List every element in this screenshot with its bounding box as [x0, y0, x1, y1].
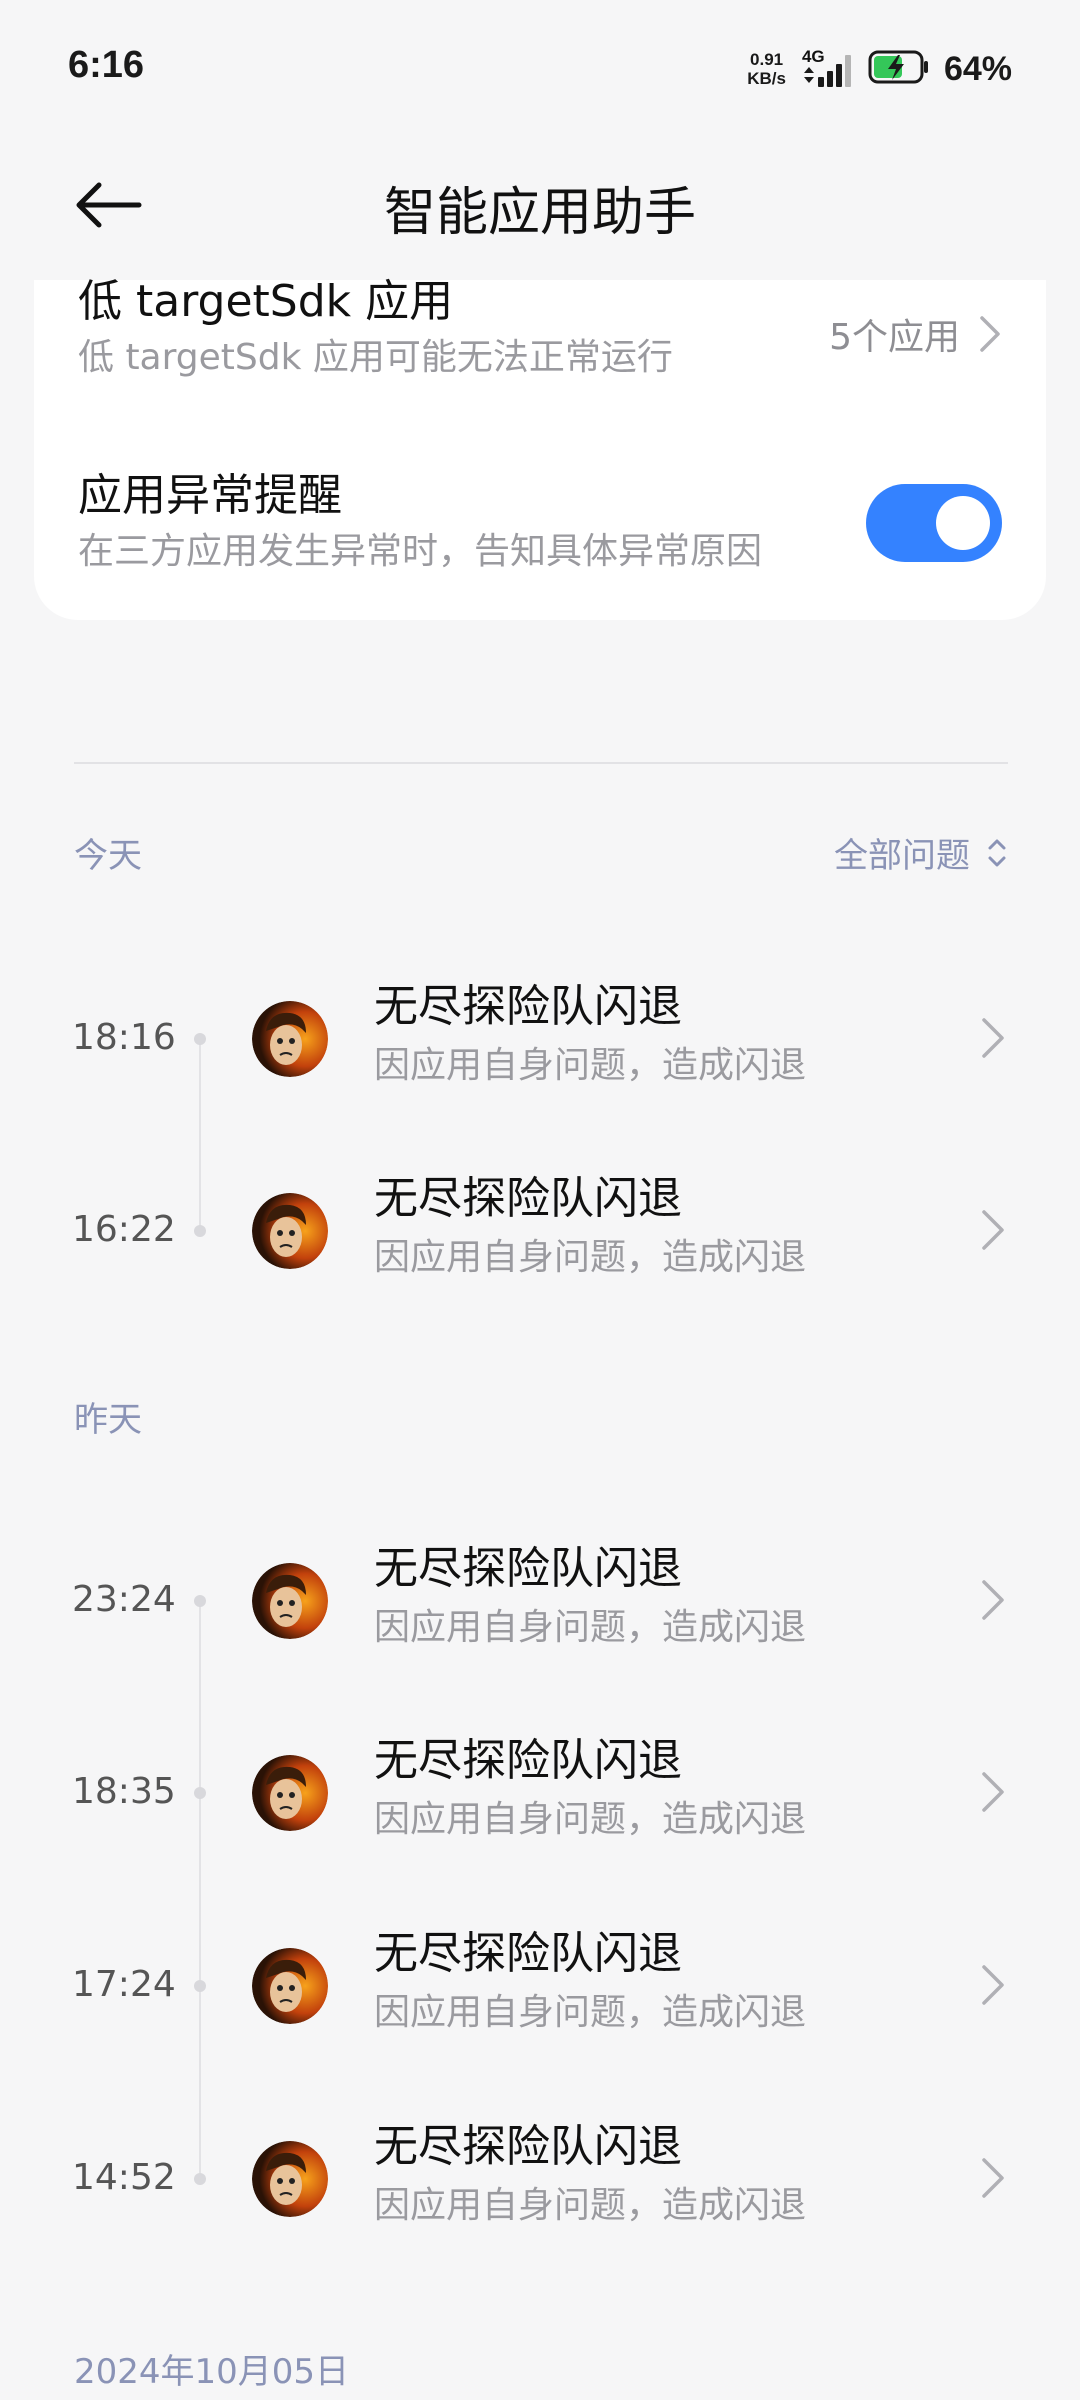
anomaly-notify-toggle[interactable] — [866, 484, 1002, 562]
app-header: 智能应用助手 — [0, 150, 1080, 260]
event-time: 23:24 — [72, 1579, 176, 1620]
group-label-yesterday: 昨天 — [74, 1400, 142, 1440]
anomaly-notify-row: 应用异常提醒 在三方应用发生异常时，告知具体异常原因 — [78, 468, 1002, 598]
anomaly-notify-title: 应用异常提醒 — [78, 470, 342, 521]
timeline-dot — [194, 1980, 206, 1992]
event-time: 18:16 — [72, 1017, 176, 1058]
event-desc: 因应用自身问题，造成闪退 — [374, 1992, 807, 2033]
chevron-right-icon — [982, 2158, 1004, 2198]
app-icon — [252, 1755, 328, 1831]
event-time: 16:22 — [72, 1209, 176, 1250]
event-title: 无尽探险队闪退 — [374, 981, 682, 1032]
event-time: 18:35 — [72, 1771, 176, 1812]
timeline-dot — [194, 1787, 206, 1799]
event-row[interactable]: 23:24 无尽探险队闪退 因应用自身问题，造成闪退 — [0, 1505, 1080, 1695]
chevron-right-icon — [982, 1965, 1004, 2005]
event-title: 无尽探险队闪退 — [374, 1543, 682, 1594]
group-label-today: 今天 — [74, 836, 142, 876]
event-title: 无尽探险队闪退 — [374, 1928, 682, 1979]
event-time: 14:52 — [72, 2157, 176, 2198]
section-divider — [74, 762, 1008, 764]
app-icon — [252, 1948, 328, 2024]
event-row[interactable]: 14:52 无尽探险队闪退 因应用自身问题，造成闪退 — [0, 2083, 1080, 2273]
signal-icon: 4G — [800, 47, 854, 91]
low-targetsdk-value: 5个应用 — [829, 308, 1002, 360]
timeline-dot — [194, 2173, 206, 2185]
timeline-dot — [194, 1033, 206, 1045]
timeline-dot — [194, 1225, 206, 1237]
timeline-dot — [194, 1595, 206, 1607]
page-title: 智能应用助手 — [383, 183, 696, 243]
battery-percent: 64% — [943, 49, 1012, 88]
filter-dropdown[interactable]: 全部问题 — [834, 828, 1008, 877]
event-row[interactable]: 18:35 无尽探险队闪退 因应用自身问题，造成闪退 — [0, 1697, 1080, 1887]
status-time: 6:16 — [68, 44, 145, 86]
chevron-right-icon — [982, 1210, 1004, 1250]
network-speed: 0.91 KB/s — [747, 50, 786, 88]
anomaly-notify-desc: 在三方应用发生异常时，告知具体异常原因 — [78, 531, 763, 572]
sort-updown-icon — [988, 839, 1006, 866]
status-icons: 0.91 KB/s 4G 64% — [747, 46, 1012, 92]
chevron-right-icon — [980, 316, 1000, 352]
filter-label: 全部问题 — [834, 836, 970, 876]
app-icon — [252, 1001, 328, 1077]
app-icon — [252, 1563, 328, 1639]
toggle-knob — [936, 496, 990, 550]
network-speed-value: 0.91 — [750, 50, 784, 69]
event-row[interactable]: 18:16 无尽探险队闪退 因应用自身问题，造成闪退 — [0, 943, 1080, 1133]
chevron-right-icon — [982, 1018, 1004, 1058]
settings-card: 低 targetSdk 应用 低 targetSdk 应用可能无法正常运行 5个… — [34, 276, 1046, 620]
event-time: 17:24 — [72, 1964, 176, 2005]
event-desc: 因应用自身问题，造成闪退 — [374, 1237, 807, 1278]
event-title: 无尽探险队闪退 — [374, 1735, 682, 1786]
event-desc: 因应用自身问题，造成闪退 — [374, 1799, 807, 1840]
network-speed-unit: KB/s — [747, 69, 786, 88]
event-row[interactable]: 16:22 无尽探险队闪退 因应用自身问题，造成闪退 — [0, 1135, 1080, 1325]
status-bar: 6:16 0.91 KB/s 4G 64% — [0, 0, 1080, 140]
low-targetsdk-row[interactable]: 低 targetSdk 应用 低 targetSdk 应用可能无法正常运行 5个… — [78, 276, 1002, 410]
chevron-right-icon — [982, 1772, 1004, 1812]
event-desc: 因应用自身问题，造成闪退 — [374, 1045, 807, 1086]
low-targetsdk-count: 5个应用 — [829, 317, 960, 358]
app-icon — [252, 2141, 328, 2217]
app-icon — [252, 1193, 328, 1269]
chevron-right-icon — [982, 1580, 1004, 1620]
group-label-date: 2024年10月05日 — [74, 2352, 350, 2392]
event-title: 无尽探险队闪退 — [374, 2121, 682, 2172]
event-desc: 因应用自身问题，造成闪退 — [374, 1607, 807, 1648]
event-title: 无尽探险队闪退 — [374, 1173, 682, 1224]
event-desc: 因应用自身问题，造成闪退 — [374, 2185, 807, 2226]
event-row[interactable]: 17:24 无尽探险队闪退 因应用自身问题，造成闪退 — [0, 1890, 1080, 2080]
battery-icon — [868, 49, 930, 89]
network-type: 4G — [801, 47, 825, 66]
